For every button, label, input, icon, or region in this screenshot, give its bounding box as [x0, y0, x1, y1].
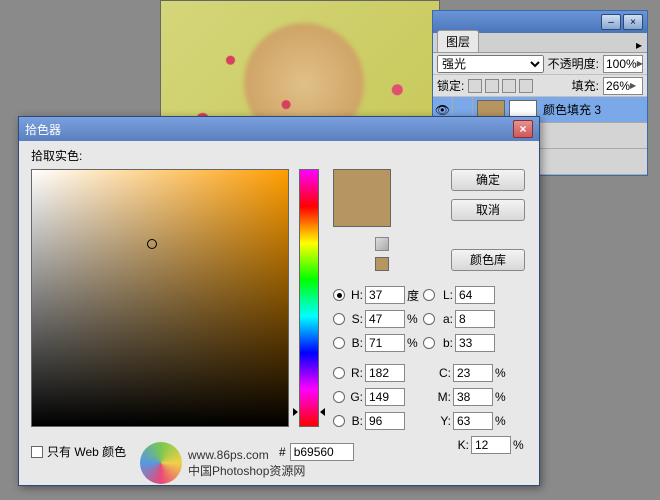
m-input[interactable] [453, 388, 493, 406]
web-only-label: 只有 Web 颜色 [47, 443, 126, 460]
close-icon[interactable]: × [513, 120, 533, 138]
saturation-value-field[interactable] [31, 169, 289, 427]
radio-lab-b[interactable] [423, 337, 435, 349]
ok-button[interactable]: 确定 [451, 169, 525, 191]
color-picker-dialog: 拾色器 × 拾取实色: 确定 取消 颜色库 H: 度 L: S: % a: [18, 116, 540, 486]
opacity-label: 不透明度: [548, 55, 599, 72]
color-libraries-button[interactable]: 颜色库 [451, 249, 525, 271]
radio-g[interactable] [333, 391, 345, 403]
radio-bl[interactable] [333, 415, 345, 427]
s-input[interactable] [365, 310, 405, 328]
color-marker[interactable] [147, 239, 157, 249]
radio-h[interactable] [333, 289, 345, 301]
h-input[interactable] [365, 286, 405, 304]
radio-b[interactable] [333, 337, 345, 349]
radio-r[interactable] [333, 367, 345, 379]
close-button[interactable]: × [623, 14, 643, 30]
new-color-swatch[interactable] [334, 170, 390, 198]
r-input[interactable] [365, 364, 405, 382]
websafe-swatch[interactable] [375, 257, 389, 271]
cancel-button[interactable]: 取消 [451, 199, 525, 221]
radio-l[interactable] [423, 289, 435, 301]
layer-name[interactable]: 颜色填充 3 [541, 101, 647, 118]
c-input[interactable] [453, 364, 493, 382]
b-input[interactable] [365, 412, 405, 430]
pick-solid-label: 拾取实色: [31, 147, 82, 164]
lab-b-input[interactable] [455, 334, 495, 352]
blend-mode-select[interactable]: 强光 [437, 55, 544, 73]
logo-icon [140, 442, 182, 484]
lock-label: 锁定: [437, 77, 464, 94]
hue-slider-thumb[interactable] [295, 408, 323, 416]
watermark: www.86ps.com 中国Photoshop资源网 [140, 438, 420, 488]
g-input[interactable] [365, 388, 405, 406]
opacity-input[interactable]: 100%▶ [603, 55, 643, 73]
k-input[interactable] [471, 436, 511, 454]
fill-label: 填充: [572, 77, 599, 94]
minimize-button[interactable]: – [601, 14, 621, 30]
lock-transparency-icon[interactable] [468, 79, 482, 93]
lock-position-icon[interactable] [502, 79, 516, 93]
chevron-right-icon[interactable]: ▶ [630, 81, 640, 90]
y-input[interactable] [453, 412, 493, 430]
a-input[interactable] [455, 310, 495, 328]
tab-layers[interactable]: 图层 [437, 30, 479, 52]
color-value-fields: H: 度 L: S: % a: B: % b: R: C: % [333, 283, 529, 457]
web-only-checkbox[interactable] [31, 446, 43, 458]
panel-menu-icon[interactable]: ▸ [631, 38, 647, 52]
bright-input[interactable] [365, 334, 405, 352]
cube-icon[interactable] [375, 237, 389, 251]
hue-slider[interactable] [299, 169, 319, 427]
picker-title: 拾色器 [25, 121, 61, 138]
fill-input[interactable]: 26%▶ [603, 77, 643, 95]
picker-titlebar[interactable]: 拾色器 × [19, 117, 539, 141]
color-swatch [333, 169, 391, 227]
lock-all-icon[interactable] [519, 79, 533, 93]
lock-image-icon[interactable] [485, 79, 499, 93]
radio-s[interactable] [333, 313, 345, 325]
current-color-swatch[interactable] [334, 198, 390, 226]
chevron-right-icon[interactable]: ▶ [637, 59, 643, 68]
l-input[interactable] [455, 286, 495, 304]
radio-a[interactable] [423, 313, 435, 325]
